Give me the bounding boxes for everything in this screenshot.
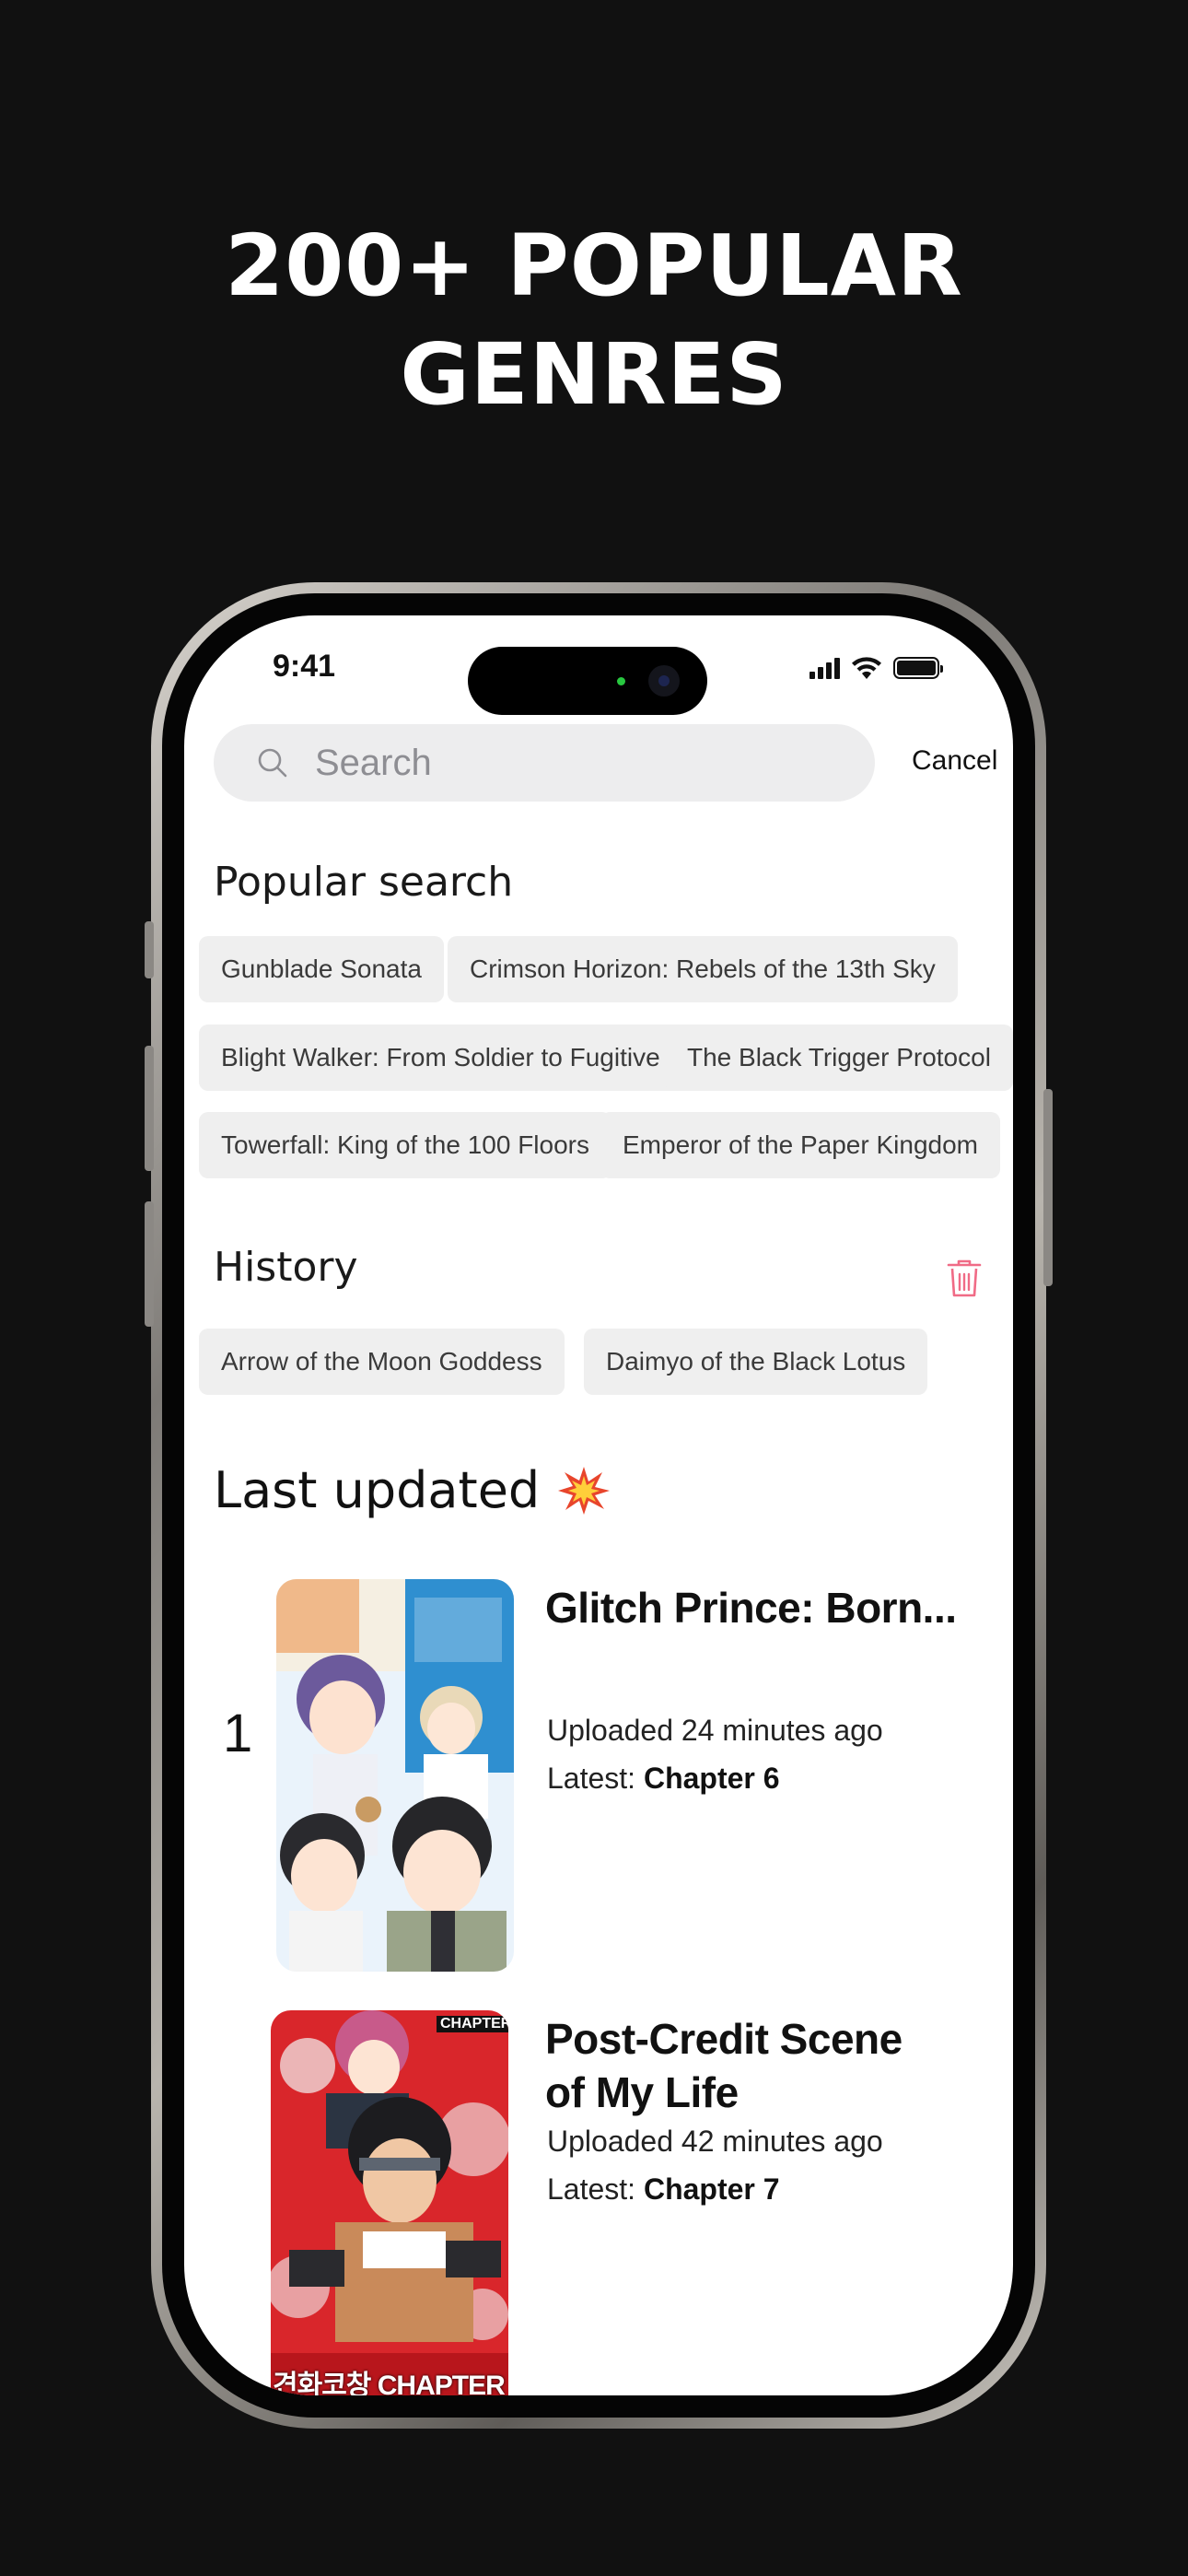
- latest-label: Latest:: [547, 2172, 636, 2206]
- latest-label: Latest:: [547, 1762, 636, 1795]
- history-title: History: [214, 1244, 358, 1291]
- front-camera-icon: [648, 665, 680, 697]
- manga-cover-art: [276, 1579, 514, 1972]
- status-icons: [809, 654, 943, 682]
- phone-volume-up-button: [145, 1046, 154, 1171]
- dynamic-island: [468, 647, 707, 715]
- battery-icon: [893, 657, 943, 679]
- latest-chapter-value[interactable]: Chapter 6: [644, 1762, 780, 1795]
- popular-chip[interactable]: The Black Trigger Protocol: [665, 1025, 1013, 1091]
- popular-chip[interactable]: Gunblade Sonata: [199, 936, 444, 1002]
- collision-burst-icon: [558, 1466, 611, 1515]
- phone-power-button: [1043, 1089, 1053, 1286]
- latest-chapter: Latest: Chapter 7: [547, 2172, 780, 2207]
- cover-image[interactable]: [276, 1579, 514, 1972]
- popular-chip[interactable]: Towerfall: King of the 100 Floors: [199, 1112, 611, 1178]
- status-bar: 9:41: [184, 615, 1013, 717]
- item-title-line-2: of My Life: [545, 2068, 739, 2116]
- manga-cover-art: [271, 2010, 508, 2395]
- last-updated-title: Last updated: [214, 1461, 611, 1519]
- latest-chapter-value[interactable]: Chapter 7: [644, 2172, 780, 2206]
- headline-line-2: GENRES: [400, 325, 788, 424]
- phone-action-button: [145, 921, 154, 978]
- upload-time: Uploaded 42 minutes ago: [547, 2125, 883, 2158]
- cover-caption-top: CHAPTER: [437, 2016, 508, 2032]
- promo-headline: 200+ POPULAR GENRES: [0, 212, 1188, 429]
- privacy-indicator-icon: [617, 677, 625, 685]
- rank-number: 1: [223, 1704, 253, 1763]
- status-time: 9:41: [273, 649, 336, 684]
- headline-line-1: 200+ POPULAR: [225, 217, 963, 315]
- item-title[interactable]: Glitch Prince: Born...: [545, 1581, 987, 1634]
- search-bar[interactable]: [214, 724, 875, 802]
- last-updated-label: Last updated: [214, 1461, 541, 1519]
- cancel-button[interactable]: Cancel: [912, 745, 997, 777]
- upload-time: Uploaded 24 minutes ago: [547, 1714, 883, 1747]
- cover-caption-bottom: 견화코창 CHAPTER: [273, 2371, 506, 2395]
- item-title-line-1: Post-Credit Scene: [545, 2015, 903, 2063]
- phone-screen: 9:41 Cancel Popular search Gunblade Sona…: [184, 615, 1013, 2395]
- latest-chapter: Latest: Chapter 6: [547, 1762, 780, 1796]
- history-chip[interactable]: Arrow of the Moon Goddess: [199, 1329, 565, 1395]
- search-input[interactable]: [313, 741, 833, 785]
- history-chip[interactable]: Daimyo of the Black Lotus: [584, 1329, 928, 1395]
- popular-chip[interactable]: Emperor of the Paper Kingdom: [600, 1112, 1000, 1178]
- popular-chip[interactable]: Crimson Horizon: Rebels of the 13th Sky: [448, 936, 958, 1002]
- cellular-signal-icon: [809, 657, 840, 679]
- popular-search-title: Popular search: [214, 859, 514, 906]
- cover-image[interactable]: CHAPTER 견화코창 CHAPTER: [271, 2010, 508, 2395]
- wifi-icon: [852, 657, 881, 679]
- item-title[interactable]: Post-Credit Scene of My Life: [545, 2012, 987, 2119]
- phone-volume-down-button: [145, 1201, 154, 1327]
- trash-icon[interactable]: [945, 1257, 984, 1299]
- popular-chip[interactable]: Blight Walker: From Soldier to Fugitive: [199, 1025, 682, 1091]
- search-icon: [258, 748, 287, 778]
